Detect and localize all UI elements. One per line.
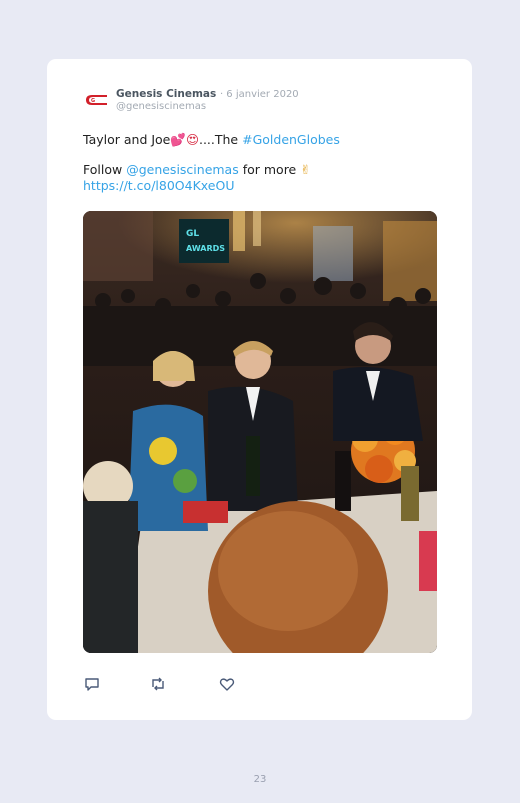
tweet-body: Taylor and Joe💕😍....The #GoldenGlobes Fo… bbox=[83, 132, 453, 194]
emoji-hearts: 💕😍 bbox=[170, 132, 199, 147]
photo-image: GL AWARDS bbox=[83, 211, 437, 653]
tweet-actions bbox=[83, 675, 283, 693]
tweet-header: G Genesis Cinemas · 6 janvier 2020 @gene… bbox=[83, 88, 452, 118]
author-name-text[interactable]: Genesis Cinemas bbox=[116, 88, 216, 100]
tweet-photo[interactable]: GL AWARDS bbox=[83, 211, 437, 653]
tweet-text-prefix: Taylor and Joe bbox=[83, 132, 171, 147]
follow-suffix: for more bbox=[238, 162, 301, 177]
hashtag-link[interactable]: #GoldenGlobes bbox=[242, 132, 340, 147]
author-name[interactable]: Genesis Cinemas · 6 janvier 2020 bbox=[116, 88, 299, 100]
tweet-card: G Genesis Cinemas · 6 janvier 2020 @gene… bbox=[47, 59, 472, 720]
retweet-icon[interactable] bbox=[149, 675, 167, 693]
svg-text:GL: GL bbox=[186, 229, 199, 239]
svg-text:AWARDS: AWARDS bbox=[186, 244, 225, 253]
tweet-date[interactable]: · 6 janvier 2020 bbox=[220, 89, 299, 100]
follow-prefix: Follow bbox=[83, 162, 127, 177]
short-link[interactable]: https://t.co/l80O4KxeOU bbox=[83, 178, 234, 193]
mention-link[interactable]: @genesiscinemas bbox=[126, 162, 239, 177]
victory-hand-emoji: ✌ bbox=[300, 162, 311, 177]
heart-icon[interactable] bbox=[218, 675, 236, 693]
svg-text:G: G bbox=[91, 98, 95, 104]
awards-sign: GL AWARDS bbox=[179, 219, 229, 263]
tweet-text-ellipsis: ....The bbox=[198, 132, 243, 147]
reply-icon[interactable] bbox=[83, 675, 101, 693]
genesis-logo-icon[interactable]: G bbox=[83, 92, 110, 108]
author-handle[interactable]: @genesiscinemas bbox=[116, 101, 206, 112]
page-number: 23 bbox=[253, 774, 267, 785]
